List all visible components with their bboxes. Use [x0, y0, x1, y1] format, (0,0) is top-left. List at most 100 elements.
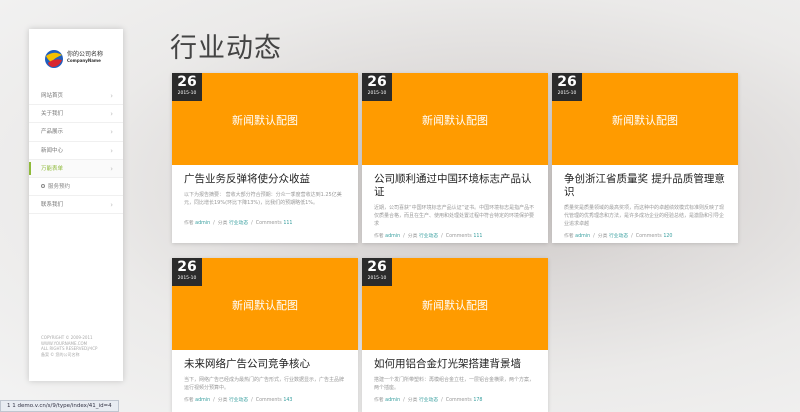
circle-bullet-icon	[41, 184, 45, 189]
comments-count[interactable]: 178	[473, 398, 482, 403]
meta-author-label: 作者	[184, 221, 194, 226]
date-badge: 26 2015-10	[362, 258, 392, 286]
meta-comments-label: Comments	[635, 234, 662, 239]
news-thumbnail[interactable]: 26 2015-10 新闻默认配图	[552, 73, 738, 165]
comments-count[interactable]: 111	[473, 234, 482, 239]
comments-count[interactable]: 111	[283, 221, 292, 226]
nav-item-label: 万能表单	[41, 165, 64, 172]
category-link[interactable]: 行业动态	[609, 234, 628, 239]
copyright-line: 备案 © 您的公司名称	[41, 351, 80, 357]
meta-author-label: 作者	[184, 398, 194, 403]
news-title[interactable]: 广告业务反弹将使分众收益	[184, 173, 346, 186]
news-thumbnail[interactable]: 26 2015-10 新闻默认配图	[172, 73, 358, 165]
news-excerpt: 搭建一个发门所带塑料：再模组合金立柱，一层铝合金横梁，两个方案，两个插座。	[374, 377, 535, 391]
date-day: 26	[367, 74, 387, 90]
date-day: 26	[367, 259, 387, 275]
meta-category-label: 分类	[407, 234, 418, 239]
logo-globe-icon	[45, 50, 63, 68]
nav-item-home[interactable]: 网站首页 ›	[29, 87, 123, 106]
date-year-month: 2015-10	[367, 276, 387, 281]
author-link[interactable]: admin	[385, 234, 400, 239]
company-name: 你的公司名称	[67, 51, 104, 58]
news-thumbnail[interactable]: 26 2015-10 新闻默认配图	[172, 258, 358, 350]
image-placeholder-label: 新闻默认配图	[612, 114, 678, 127]
category-link[interactable]: 行业动态	[229, 398, 248, 403]
news-card[interactable]: 26 2015-10 新闻默认配图 未来网络广告公司竞争核心 当下，网络广告已经…	[172, 258, 358, 412]
nav-item-label: 新闻中心	[41, 147, 64, 154]
meta-category-label: 分类	[217, 398, 228, 403]
date-badge: 26 2015-10	[362, 73, 392, 101]
comments-count[interactable]: 143	[283, 398, 292, 403]
news-title[interactable]: 未来网络广告公司竞争核心	[184, 358, 346, 371]
company-name-en: CompanyName	[67, 58, 101, 63]
date-year-month: 2015-10	[177, 91, 197, 96]
nav-item-contact[interactable]: 联系我们 ›	[29, 196, 123, 215]
status-url: 1 1 demo.v.cn/s/9/type/index/41_id=4	[7, 403, 112, 409]
meta-comments-label: Comments	[445, 234, 472, 239]
news-meta: 作者 admin / 分类 行业动态 / Comments 178	[374, 398, 483, 403]
meta-category-label: 分类	[597, 234, 608, 239]
news-card[interactable]: 26 2015-10 新闻默认配图 如何用铝合金灯光架搭建背景墙 搭建一个发门所…	[362, 258, 548, 412]
meta-comments-label: Comments	[255, 221, 282, 226]
company-logo[interactable]: 你的公司名称 CompanyName	[43, 45, 113, 73]
news-title[interactable]: 争创浙江省质量奖 提升品质管理意识	[564, 173, 726, 199]
image-placeholder-label: 新闻默认配图	[422, 299, 488, 312]
date-year-month: 2015-10	[367, 91, 387, 96]
chevron-down-icon: ›	[110, 164, 113, 173]
news-card[interactable]: 26 2015-10 新闻默认配图 广告业务反弹将使分众收益 以下为报告摘要： …	[172, 73, 358, 243]
meta-category-label: 分类	[407, 398, 418, 403]
date-day: 26	[177, 259, 197, 275]
news-thumbnail[interactable]: 26 2015-10 新闻默认配图	[362, 73, 548, 165]
news-title[interactable]: 如何用铝合金灯光架搭建背景墙	[374, 358, 536, 371]
nav-item-about[interactable]: 关于我们 ›	[29, 105, 123, 124]
news-title[interactable]: 公司顺利通过中国环境标志产品认证	[374, 173, 536, 199]
nav-subitem-booking[interactable]: 服务预约	[29, 178, 123, 197]
page-title: 行业动态	[170, 33, 282, 64]
meta-author-label: 作者	[374, 234, 384, 239]
news-meta: 作者 admin / 分类 行业动态 / Comments 120	[564, 234, 673, 239]
sidebar: 你的公司名称 CompanyName 网站首页 › 关于我们 › 产品展示 › …	[29, 29, 123, 381]
news-excerpt: 近期，公司喜获“中国环境标志产品认证”证书。中国环境标志是指产品不仅质量合格，而…	[374, 205, 535, 227]
nav-item-label: 关于我们	[41, 111, 64, 118]
nav-item-label: 产品展示	[41, 129, 64, 136]
chevron-right-icon: ›	[110, 201, 113, 210]
meta-comments-label: Comments	[445, 398, 472, 403]
browser-status-bar: 1 1 demo.v.cn/s/9/type/index/41_id=4	[0, 400, 119, 412]
nav-item-label: 网站首页	[41, 93, 64, 99]
sidebar-nav: 网站首页 › 关于我们 › 产品展示 › 新闻中心 › 万能表单 › 服务预约 …	[29, 87, 123, 215]
image-placeholder-label: 新闻默认配图	[232, 299, 298, 312]
category-link[interactable]: 行业动态	[419, 398, 438, 403]
news-meta: 作者 admin / 分类 行业动态 / Comments 111	[184, 221, 293, 226]
chevron-right-icon: ›	[110, 110, 113, 119]
chevron-right-icon: ›	[110, 146, 113, 155]
author-link[interactable]: admin	[195, 398, 210, 403]
date-badge: 26 2015-10	[172, 258, 202, 286]
meta-author-label: 作者	[374, 398, 384, 403]
category-link[interactable]: 行业动态	[229, 221, 248, 226]
news-card[interactable]: 26 2015-10 新闻默认配图 争创浙江省质量奖 提升品质管理意识 质量奖是…	[552, 73, 738, 243]
nav-item-products[interactable]: 产品展示 ›	[29, 123, 123, 142]
news-card[interactable]: 26 2015-10 新闻默认配图 公司顺利通过中国环境标志产品认证 近期，公司…	[362, 73, 548, 243]
author-link[interactable]: admin	[575, 234, 590, 239]
image-placeholder-label: 新闻默认配图	[232, 114, 298, 127]
chevron-right-icon: ›	[110, 128, 113, 137]
chevron-right-icon: ›	[110, 92, 113, 100]
date-day: 26	[177, 74, 197, 90]
author-link[interactable]: admin	[385, 398, 400, 403]
news-excerpt: 以下为报告摘要： 营收大部分符合预期：分众一季度营收达到1.25亿美元，同比增长…	[184, 192, 342, 206]
copyright: COPYRIGHT © 2009-2011 WWW.YOURNAME.COM A…	[41, 335, 117, 357]
nav-item-forms[interactable]: 万能表单 ›	[29, 159, 123, 178]
comments-count[interactable]: 120	[663, 234, 672, 239]
nav-item-label: 联系我们	[41, 202, 64, 209]
meta-comments-label: Comments	[255, 398, 282, 403]
date-year-month: 2015-10	[557, 91, 577, 96]
nav-item-news[interactable]: 新闻中心 ›	[29, 142, 123, 160]
meta-category-label: 分类	[217, 221, 228, 226]
nav-item-label: 服务预约	[48, 183, 71, 190]
news-thumbnail[interactable]: 26 2015-10 新闻默认配图	[362, 258, 548, 350]
image-placeholder-label: 新闻默认配图	[422, 114, 488, 127]
author-link[interactable]: admin	[195, 221, 210, 226]
category-link[interactable]: 行业动态	[419, 234, 438, 239]
news-meta: 作者 admin / 分类 行业动态 / Comments 143	[184, 398, 293, 403]
news-meta: 作者 admin / 分类 行业动态 / Comments 111	[374, 234, 483, 239]
